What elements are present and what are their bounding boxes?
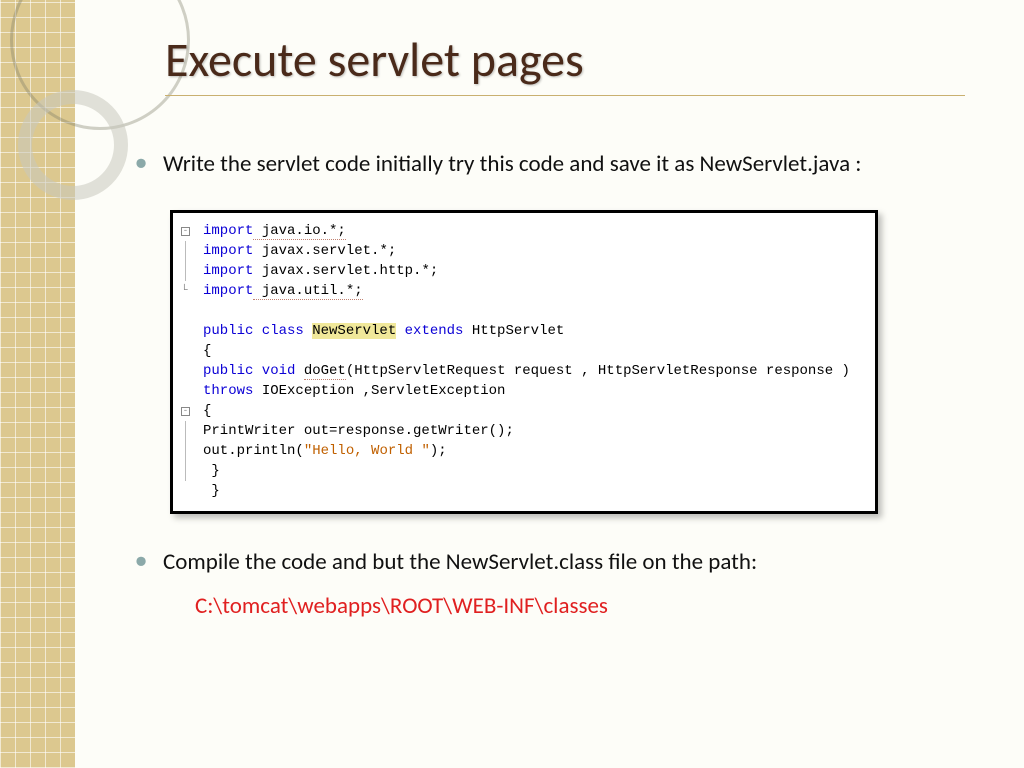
file-path: C:\tomcat\webapps\ROOT\WEB-INF\classes <box>195 592 965 620</box>
bullet-text-2: Compile the code and but the NewServlet.… <box>163 546 757 578</box>
bullet-dot-icon: ● <box>135 546 163 578</box>
bullet-text-1: Write the servlet code initially try thi… <box>163 148 861 180</box>
slide-content: ● Write the servlet code initially try t… <box>135 148 965 620</box>
code-body: import java.io.*; import javax.servlet.*… <box>203 221 867 501</box>
code-screenshot: - └ - import java.io.*; import javax.ser… <box>170 210 878 514</box>
slide-title: Execute servlet pages <box>165 30 965 96</box>
bullet-item-2: ● Compile the code and but the NewServle… <box>135 546 965 578</box>
bullet-dot-icon: ● <box>135 148 163 180</box>
code-fold-gutter: - └ - <box>181 221 197 501</box>
decorative-circle-small <box>18 90 128 200</box>
bullet-item-1: ● Write the servlet code initially try t… <box>135 148 965 180</box>
